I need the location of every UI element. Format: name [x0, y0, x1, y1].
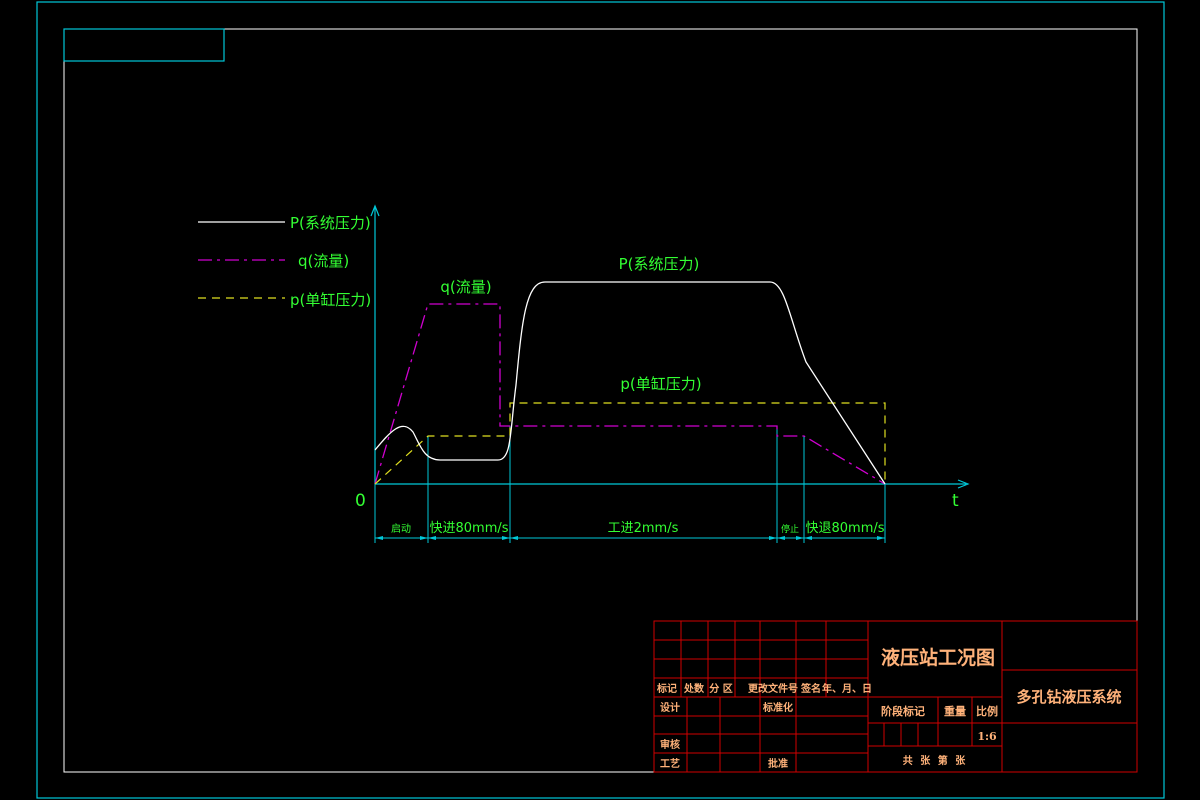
header-count: 处数 — [683, 682, 705, 695]
x-axis-label: t — [952, 491, 959, 511]
header-mark: 标记 — [656, 682, 677, 695]
legend-label-flow: q(流量) — [298, 252, 349, 270]
outer-frame — [36, 1, 1165, 799]
header-date: 年、月、日 — [822, 682, 872, 695]
drawing-title: 液压站工况图 — [881, 646, 995, 669]
curve-label-cylinder-pressure: p(单缸压力) — [620, 375, 701, 393]
phase-label-start: 启动 — [391, 522, 411, 535]
origin-label: 0 — [355, 491, 366, 511]
phase-label-fast-forward: 快进80mm/s — [429, 521, 508, 536]
phase-label-stop: 停止 — [781, 523, 799, 535]
flow-curve — [374, 303, 886, 485]
scale-label: 比例 — [976, 704, 998, 718]
axes: 0 t — [355, 204, 970, 511]
drawing-canvas: P(系统压力) q(流量) p(单缸压力) 0 t 启动 快进80mm/s 工进… — [36, 1, 1165, 799]
header-change-doc: 更改文件号 — [748, 682, 798, 695]
legend-label-system-pressure: P(系统压力) — [290, 214, 371, 232]
sheet-info: 共 张 第 张 — [903, 754, 967, 767]
project-title: 多孔钻液压系统 — [1016, 688, 1121, 706]
title-block-text: 液压站工况图 多孔钻液压系统 标记 处数 分 区 更改文件号 签名 年、月、日 … — [656, 646, 1122, 770]
header-signature: 签名 — [800, 682, 821, 695]
weight-label: 重量 — [944, 704, 966, 718]
row-review: 审核 — [660, 738, 680, 751]
curve-label-system-pressure: P(系统压力) — [619, 255, 700, 273]
stage-mark-label: 阶段标记 — [881, 704, 925, 718]
scale-value: 1:6 — [977, 730, 997, 743]
phase-label-fast-return: 快退80mm/s — [805, 521, 884, 536]
row-design: 设计 — [660, 701, 680, 714]
row-process: 工艺 — [660, 757, 680, 770]
curves: q(流量) P(系统压力) p(单缸压力) — [374, 255, 886, 485]
header-zone: 分 区 — [709, 682, 732, 695]
curve-label-flow: q(流量) — [440, 278, 491, 296]
cylinder-pressure-curve — [374, 402, 886, 485]
phase-label-work-feed: 工进2mm/s — [608, 521, 679, 536]
legend: P(系统压力) q(流量) p(单缸压力) — [198, 214, 371, 309]
row-standardization: 标准化 — [762, 701, 793, 714]
drawing-code-box — [63, 28, 225, 62]
legend-label-cylinder-pressure: p(单缸压力) — [290, 291, 371, 309]
row-approval: 批准 — [768, 757, 788, 770]
